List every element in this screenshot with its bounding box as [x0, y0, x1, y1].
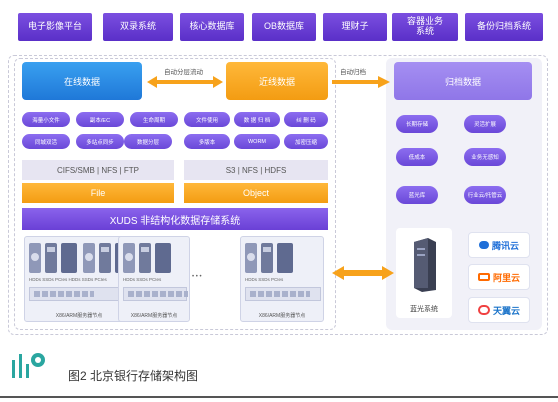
- server-name: X86/ARM服务器节点: [55, 313, 103, 319]
- feature-data-archive: 数 据 归 档: [234, 112, 280, 127]
- bluray-system-label: 蓝光系统: [410, 306, 438, 313]
- xuds-storage-bar: XUDS 非结构化数据存储系统: [22, 208, 328, 230]
- file-bar: File: [22, 183, 174, 203]
- top-system-core-database: 核心数据库: [180, 13, 244, 41]
- object-bar: Object: [184, 183, 328, 203]
- ssd-icon: [45, 243, 57, 273]
- ssd-icon: [99, 243, 111, 273]
- ssd-icon: [261, 243, 273, 273]
- tencent-cloud-icon: [478, 241, 489, 249]
- pcie-icon: [61, 243, 77, 273]
- bidirectional-flow-arrow: [147, 76, 223, 88]
- pcie-icon: [155, 243, 171, 273]
- hdd-icon: [29, 243, 41, 273]
- cloud-aliyun: 阿里云: [468, 264, 530, 290]
- file-protocols: CIFS/SMB | NFS | FTP: [22, 160, 174, 180]
- rack-unit-icon: [29, 287, 131, 301]
- hdd-icon: [83, 243, 95, 273]
- ssd-icon: [139, 243, 151, 273]
- feature-multi-version: 多版本: [184, 134, 230, 149]
- server-node-2: HDDs SSDs PCIes X86/ARM服务器节点: [118, 236, 190, 322]
- server-drive-types: HDDs SSDs PCIes: [123, 277, 162, 282]
- archive-data-header: 归档数据: [394, 62, 532, 100]
- server-drive-types: HDDs SSDs PCIes HDDs SSDs PCIes: [29, 277, 107, 282]
- hdd-icon: [245, 243, 257, 273]
- archive-feature-transparent: 业务无感知: [464, 148, 506, 166]
- feature-worm: WORM: [234, 134, 280, 149]
- tianyi-cloud-icon: [477, 305, 490, 315]
- server-drive-types: HDDs SSDs PCIes: [245, 277, 284, 282]
- figure-caption: 图2 北京银行存储架构图: [68, 369, 199, 383]
- server-node-3: HDDs SSDs PCIes X86/ARM服务器节点: [240, 236, 324, 322]
- feature-active-active: 同城双活: [22, 134, 70, 149]
- bluray-tower-icon: [414, 238, 436, 292]
- archive-feature-long-term: 长期存储: [396, 115, 438, 133]
- archive-feature-flexible-expand: 灵活扩展: [464, 115, 506, 133]
- ellipsis-dots: • • •: [192, 274, 202, 280]
- top-system-ob-database: OB数据库: [252, 13, 316, 41]
- archive-arrow: [332, 76, 390, 88]
- figure-logo-icon: [12, 353, 45, 378]
- top-system-dual-recording: 双录系统: [103, 13, 173, 41]
- top-system-backup-archive: 备份归档系统: [465, 13, 543, 41]
- feature-replica-ec: 副本/EC: [76, 112, 124, 127]
- feature-lifecycle: 生命周期: [130, 112, 178, 127]
- feature-data-tiering: 数据分层: [124, 134, 172, 149]
- top-system-wealth-management: 理财子: [323, 13, 387, 41]
- top-system-container: 容器业务 系统: [392, 13, 458, 41]
- aliyun-icon: [477, 273, 490, 281]
- bidirectional-storage-arrow: [332, 266, 394, 280]
- feature-file-use: 文件使用: [184, 112, 230, 127]
- archive-feature-cloud: 行业云/托管云: [464, 186, 506, 204]
- rack-unit-icon: [123, 287, 188, 301]
- top-system-electronic-imaging: 电子影像平台: [18, 13, 92, 41]
- online-data-header: 在线数据: [22, 62, 142, 100]
- feature-erasure-code: 纠 删 码: [284, 112, 328, 127]
- cloud-tianyi: 天翼云: [468, 297, 530, 323]
- nearline-data-header: 近线数据: [226, 62, 328, 100]
- feature-multi-site-sync: 多站点同步: [76, 134, 124, 149]
- caption-divider: [0, 396, 558, 398]
- pcie-icon: [277, 243, 293, 273]
- feature-encrypt-compress: 加密压缩: [284, 134, 328, 149]
- cloud-name: 天翼云: [492, 305, 520, 316]
- cloud-name: 阿里云: [492, 272, 520, 283]
- object-protocols: S3 | NFS | HDFS: [184, 160, 328, 180]
- archive-feature-low-cost: 低成本: [396, 148, 438, 166]
- feature-small-files: 海量小文件: [22, 112, 70, 127]
- server-name: X86/ARM服务器节点: [130, 313, 178, 319]
- cloud-tencent: 腾讯云: [468, 232, 530, 258]
- rack-unit-icon: [245, 287, 321, 301]
- hdd-icon: [123, 243, 135, 273]
- cloud-name: 腾讯云: [491, 240, 519, 251]
- server-name: X86/ARM服务器节点: [258, 313, 306, 319]
- bluray-system: 蓝光系统: [396, 228, 452, 318]
- archive-feature-bluray-library: 蓝光库: [396, 186, 438, 204]
